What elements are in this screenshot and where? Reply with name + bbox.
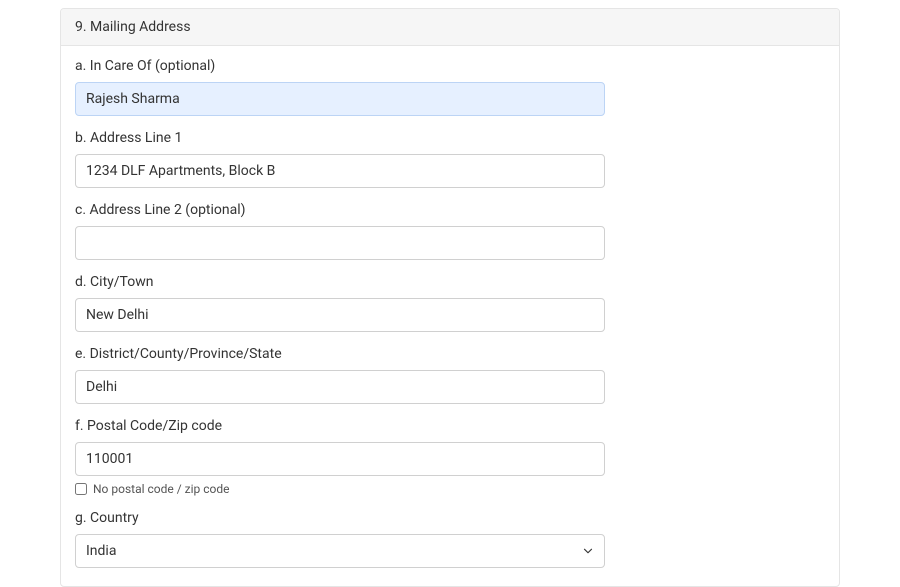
section-header: 9. Mailing Address <box>61 9 839 46</box>
city-label: d. City/Town <box>75 274 825 290</box>
address-line-1-input[interactable] <box>75 154 605 188</box>
address-line-2-input[interactable] <box>75 226 605 260</box>
field-country: g. Country India <box>75 510 825 568</box>
field-postal-code: f. Postal Code/Zip code No postal code /… <box>75 418 825 496</box>
district-label: e. District/County/Province/State <box>75 346 825 362</box>
postal-code-label: f. Postal Code/Zip code <box>75 418 825 434</box>
country-select[interactable]: India <box>75 534 605 568</box>
no-postal-checkbox[interactable] <box>75 483 87 495</box>
city-input[interactable] <box>75 298 605 332</box>
postal-code-input[interactable] <box>75 442 605 476</box>
field-address-line-2: c. Address Line 2 (optional) <box>75 202 825 260</box>
field-district: e. District/County/Province/State <box>75 346 825 404</box>
no-postal-label: No postal code / zip code <box>93 482 230 496</box>
address-line-1-label: b. Address Line 1 <box>75 130 825 146</box>
country-label: g. Country <box>75 510 825 526</box>
section-title: 9. Mailing Address <box>75 19 191 35</box>
mailing-address-section: 9. Mailing Address a. In Care Of (option… <box>60 8 840 587</box>
field-in-care-of: a. In Care Of (optional) <box>75 58 825 116</box>
in-care-of-label: a. In Care Of (optional) <box>75 58 825 74</box>
no-postal-row: No postal code / zip code <box>75 482 825 496</box>
in-care-of-input[interactable] <box>75 82 605 116</box>
section-body: a. In Care Of (optional) b. Address Line… <box>61 46 839 586</box>
field-city: d. City/Town <box>75 274 825 332</box>
field-address-line-1: b. Address Line 1 <box>75 130 825 188</box>
country-select-wrap: India <box>75 534 605 568</box>
district-input[interactable] <box>75 370 605 404</box>
address-line-2-label: c. Address Line 2 (optional) <box>75 202 825 218</box>
